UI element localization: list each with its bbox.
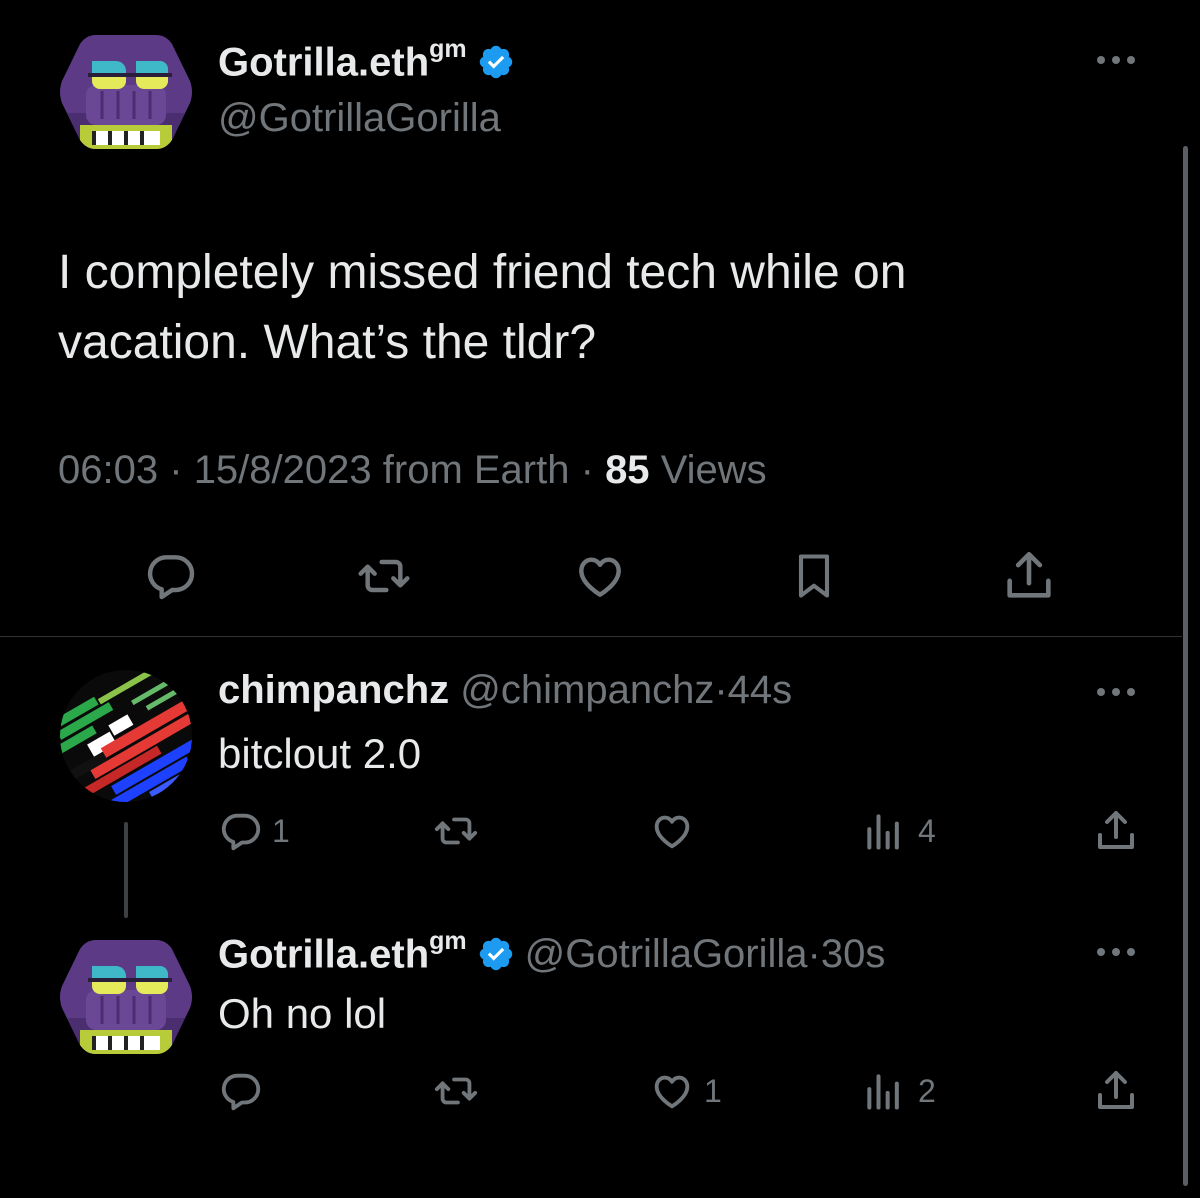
share-icon[interactable] [1092,806,1140,856]
author-name[interactable]: Gotrilla.ethgm [218,927,467,977]
author-name[interactable]: Gotrilla.ethgm [218,35,467,85]
verified-badge-icon [477,935,515,973]
reply-button[interactable] [218,1068,272,1114]
reply-button[interactable]: 1 [218,808,290,854]
reply-icon [218,1068,264,1114]
separator: · [169,448,183,492]
author-name-suffix: gm [429,34,467,63]
more-icon[interactable] [1094,945,1138,959]
retweet-icon[interactable] [430,808,482,854]
author-name-suffix: gm [429,926,467,955]
separator: · [807,931,821,976]
tweet-text-line: vacation. What’s the tldr? [58,316,597,369]
more-icon[interactable] [1094,53,1138,67]
like-icon [648,1068,696,1114]
reply-count: 1 [272,812,290,849]
author-name[interactable]: chimpanchz [218,668,449,712]
view-count: 2 [918,1072,936,1109]
tweet-source: from Earth [382,448,570,492]
reply-age[interactable]: 44s [728,668,793,712]
separator: · [580,448,594,492]
views-button[interactable]: 2 [862,1068,936,1114]
author-handle[interactable]: @chimpanchz [460,668,714,712]
reply-header: chimpanchz @chimpanchz·44s [218,668,792,713]
share-icon[interactable] [1092,1066,1140,1116]
views-button[interactable]: 4 [862,808,936,854]
reply-text: Oh no lol [218,990,387,1037]
bookmark-icon[interactable] [788,546,840,606]
author-handle[interactable]: @GotrillaGorilla [218,96,501,141]
share-icon[interactable] [1000,546,1058,606]
like-button[interactable]: 1 [648,1068,722,1114]
like-count: 1 [704,1072,722,1109]
thread-line [124,822,128,918]
author-handle[interactable]: @GotrillaGorilla [525,932,808,976]
divider [0,636,1182,637]
tweet-metadata: 06:03 · 15/8/2023 from Earth · 85 Views [58,448,767,493]
views-count: 85 [605,448,650,492]
separator: · [714,668,728,712]
view-count: 4 [918,812,936,849]
reply-icon[interactable] [142,548,200,604]
reply-icon [218,808,264,854]
more-icon[interactable] [1094,685,1138,699]
like-icon[interactable] [570,548,630,604]
tweet-text-line: I completely missed friend tech while on [58,246,907,299]
like-button[interactable] [648,808,704,854]
views-icon [862,1068,906,1114]
views-icon [862,808,906,854]
reply-header: Gotrilla.ethgm @GotrillaGorilla·30s [218,927,886,980]
scrollbar[interactable] [1183,146,1188,1186]
avatar[interactable] [58,33,194,151]
reply-age[interactable]: 30s [821,932,886,976]
tweet-date[interactable]: 15/8/2023 [194,448,372,492]
avatar[interactable] [58,938,194,1056]
views-label: Views [660,448,767,492]
retweet-icon[interactable] [430,1068,482,1114]
verified-badge-icon [477,43,515,81]
tweet-text: I completely missed friend tech while on… [58,238,906,378]
retweet-icon[interactable] [352,548,416,604]
tweet-time[interactable]: 06:03 [58,448,158,492]
avatar[interactable] [58,668,194,809]
like-icon [648,808,696,854]
reply-text: bitclout 2.0 [218,730,422,777]
